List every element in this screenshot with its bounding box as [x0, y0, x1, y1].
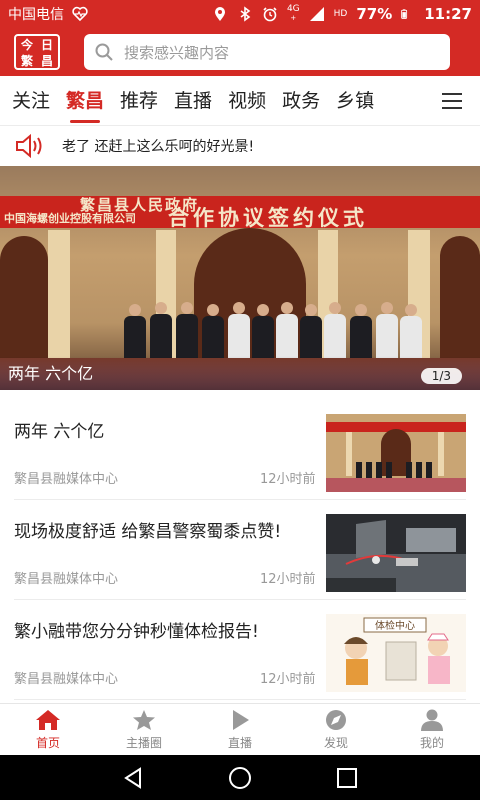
tab-guanzhu[interactable]: 关注	[12, 76, 50, 126]
clock: 11:27	[424, 5, 472, 23]
carrier-label: 中国电信	[8, 7, 64, 23]
news-title: 两年 六个亿	[14, 422, 105, 442]
news-source: 繁昌县融媒体中心	[14, 472, 119, 487]
bottom-nav: 首页 主播圈 直播 发现 我的	[0, 703, 480, 755]
notice-bar[interactable]: 老了 还赶上这么乐呵的好光景!	[0, 126, 480, 166]
banner-pager: 1/3	[420, 368, 462, 384]
news-time: 12小时前	[260, 472, 316, 487]
banner-sign-text: 合作协议签约仪式	[168, 205, 368, 230]
signal-icon	[309, 7, 324, 21]
thumbnail-image	[326, 414, 466, 492]
news-thumbnail	[326, 414, 466, 492]
banner-carousel[interactable]: 繁昌县人民政府 中国海螺创业控股有限公司 合作协议签约仪式 两年 六个亿 1/3	[0, 166, 480, 390]
system-nav-bar	[0, 755, 480, 800]
news-title: 现场极度舒适 给繁昌警察蜀黍点赞!	[14, 522, 282, 542]
app-header: 今 日 繁 昌 搜索感兴趣内容	[0, 28, 480, 76]
notice-text: 老了 还赶上这么乐呵的好光景!	[62, 139, 255, 155]
network-type: 4G +	[286, 4, 300, 23]
arch	[440, 236, 480, 358]
news-source: 繁昌县融媒体中心	[14, 672, 119, 687]
home-circle-icon[interactable]	[227, 765, 253, 791]
nav-live[interactable]: 直播	[192, 704, 288, 755]
battery-icon	[401, 9, 408, 19]
tab-xiangzhen[interactable]: 乡镇	[336, 76, 374, 126]
tab-zhibo[interactable]: 直播	[174, 76, 212, 126]
battery-percent: 77%	[356, 5, 393, 23]
divider	[14, 499, 466, 500]
news-time: 12小时前	[260, 672, 316, 687]
logo-char: 繁	[20, 54, 33, 68]
news-item[interactable]: 现场极度舒适 给繁昌警察蜀黍点赞! 繁昌县融媒体中心 12小时前	[0, 502, 480, 600]
nav-home[interactable]: 首页	[0, 704, 96, 755]
thumb-sign-text: 体检中心	[375, 619, 415, 632]
nav-label: 直播	[227, 735, 252, 750]
divider	[14, 599, 466, 600]
nav-discover[interactable]: 发现	[288, 704, 384, 755]
news-thumbnail	[326, 514, 466, 592]
tab-fanchang[interactable]: 繁昌	[66, 76, 104, 126]
location-icon	[214, 7, 225, 21]
tab-tuijian[interactable]: 推荐	[120, 76, 158, 126]
recents-icon[interactable]	[335, 766, 359, 790]
search-placeholder: 搜索感兴趣内容	[124, 43, 230, 62]
alarm-icon	[263, 7, 277, 22]
home-icon	[36, 709, 60, 730]
news-time: 12小时前	[260, 572, 316, 587]
status-bar: 中国电信 4G + HD 77% 11:27	[0, 0, 480, 28]
app-logo[interactable]: 今 日 繁 昌	[14, 34, 60, 70]
nav-label: 我的	[419, 735, 444, 750]
compass-icon	[326, 709, 346, 730]
logo-char: 日	[40, 38, 53, 52]
hd-label: HD	[333, 9, 348, 19]
tab-zhengwu[interactable]: 政务	[282, 76, 320, 126]
thumbnail-image	[326, 514, 466, 592]
star-icon	[133, 709, 155, 730]
news-title: 繁小融带您分分钟秒懂体检报告!	[14, 622, 259, 642]
speaker-icon	[16, 133, 42, 159]
menu-icon[interactable]	[442, 93, 462, 109]
channel-tabs: 关注 繁昌 推荐 直播 视频 政务 乡镇	[0, 76, 480, 126]
nav-mine[interactable]: 我的	[384, 704, 480, 755]
nav-label: 发现	[323, 735, 348, 750]
search-input[interactable]: 搜索感兴趣内容	[84, 34, 450, 70]
nav-label: 主播圈	[125, 735, 162, 750]
news-thumbnail: 体检中心	[326, 614, 466, 692]
user-icon	[421, 709, 443, 731]
logo-char: 今	[20, 38, 33, 52]
bluetooth-icon	[240, 6, 251, 22]
divider	[14, 699, 466, 700]
banner-sign-text: 中国海螺创业控股有限公司	[4, 212, 136, 225]
nav-anchor-circle[interactable]: 主播圈	[96, 704, 192, 755]
tab-shipin[interactable]: 视频	[228, 76, 266, 126]
thumbnail-image: 体检中心	[326, 614, 466, 692]
nav-label: 首页	[35, 735, 60, 750]
news-source: 繁昌县融媒体中心	[14, 572, 119, 587]
heart-rate-icon	[72, 6, 88, 22]
back-icon[interactable]	[121, 766, 145, 790]
banner-caption: 两年 六个亿	[8, 364, 94, 383]
search-icon	[95, 43, 113, 61]
arch	[0, 236, 48, 358]
column	[48, 230, 70, 360]
logo-char: 昌	[40, 54, 53, 68]
news-item[interactable]: 繁小融带您分分钟秒懂体检报告! 繁昌县融媒体中心 12小时前 体检中心	[0, 602, 480, 700]
news-item[interactable]: 两年 六个亿 繁昌县融媒体中心 12小时前	[0, 402, 480, 500]
play-icon	[233, 709, 249, 730]
